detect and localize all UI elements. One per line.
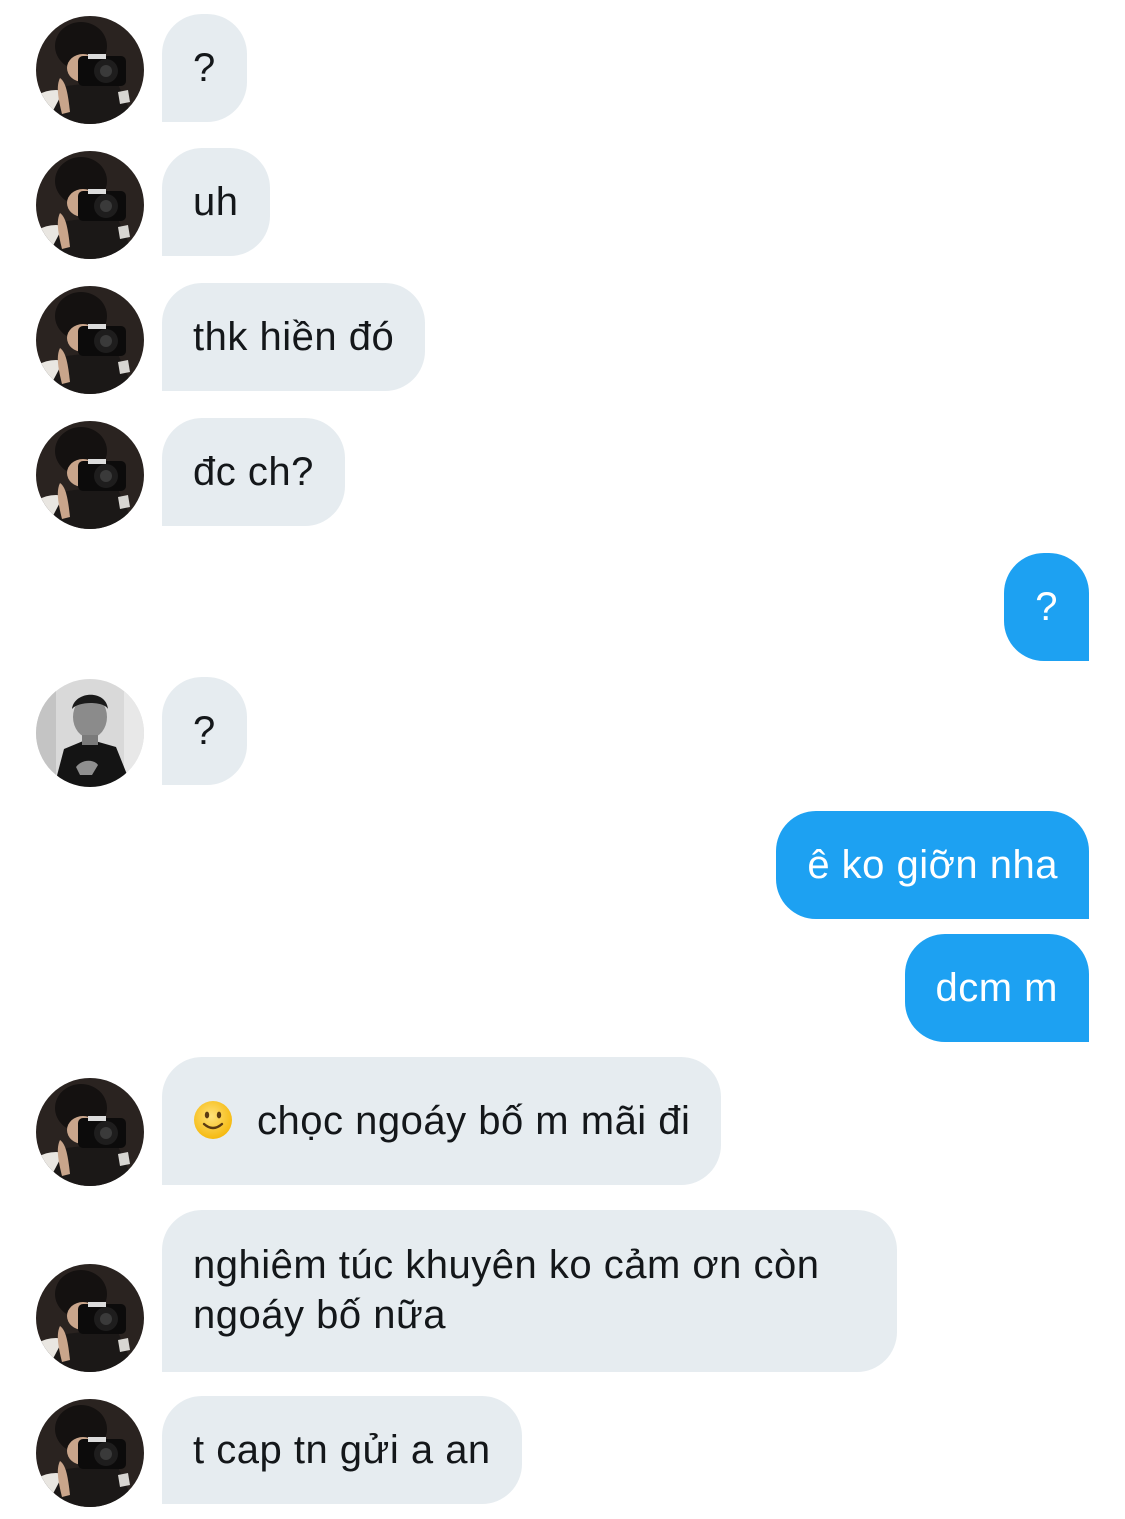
avatar[interactable] [36,151,144,259]
avatar[interactable] [36,1399,144,1507]
avatar[interactable] [36,421,144,529]
message-text: chọc ngoáy bố m mãi đi [257,1099,691,1143]
message-text: ? [193,46,216,90]
message-text: thk hiền đó [193,315,395,359]
message-bubble-outgoing[interactable]: ê ko giỡn nha [776,811,1089,919]
avatar-portrait-image [36,679,144,787]
message-text: nghiêm túc khuyên ko cảm ơn còn ngoáy bố… [193,1243,820,1337]
message-bubble-incoming[interactable]: ? [162,677,247,785]
message-text: t cap tn gửi a an [193,1428,491,1472]
avatar[interactable] [36,1264,144,1372]
avatar-camera-image [36,16,144,124]
message-text: dcm m [935,966,1058,1010]
message-bubble-incoming[interactable]: t cap tn gửi a an [162,1396,522,1504]
avatar-camera-image [36,1264,144,1372]
message-bubble-outgoing[interactable]: dcm m [904,934,1089,1042]
message-bubble-incoming[interactable]: uh [162,148,270,256]
avatar-camera-image [36,1078,144,1186]
dm-conversation: ? uh thk hiền đó đc ch? ? ? ê ko giỡn nh… [0,0,1125,1519]
message-text: ê ko giỡn nha [807,843,1058,887]
message-text: ? [1035,585,1058,629]
message-bubble-incoming[interactable]: chọc ngoáy bố m mãi đi [162,1057,722,1185]
message-bubble-incoming[interactable]: ? [162,14,247,122]
avatar-camera-image [36,286,144,394]
message-bubble-incoming[interactable]: đc ch? [162,418,345,526]
avatar-camera-image [36,1399,144,1507]
message-text: đc ch? [193,450,314,494]
message-bubble-incoming[interactable]: nghiêm túc khuyên ko cảm ơn còn ngoáy bố… [162,1210,897,1372]
message-text: uh [193,180,239,224]
avatar[interactable] [36,16,144,124]
avatar[interactable] [36,1078,144,1186]
avatar[interactable] [36,679,144,787]
avatar-camera-image [36,151,144,259]
avatar-camera-image [36,421,144,529]
message-text: ? [193,709,216,753]
message-bubble-incoming[interactable]: thk hiền đó [162,283,426,391]
message-bubble-outgoing[interactable]: ? [1004,553,1089,661]
avatar[interactable] [36,286,144,394]
slightly-smiling-face-icon [193,1100,233,1140]
